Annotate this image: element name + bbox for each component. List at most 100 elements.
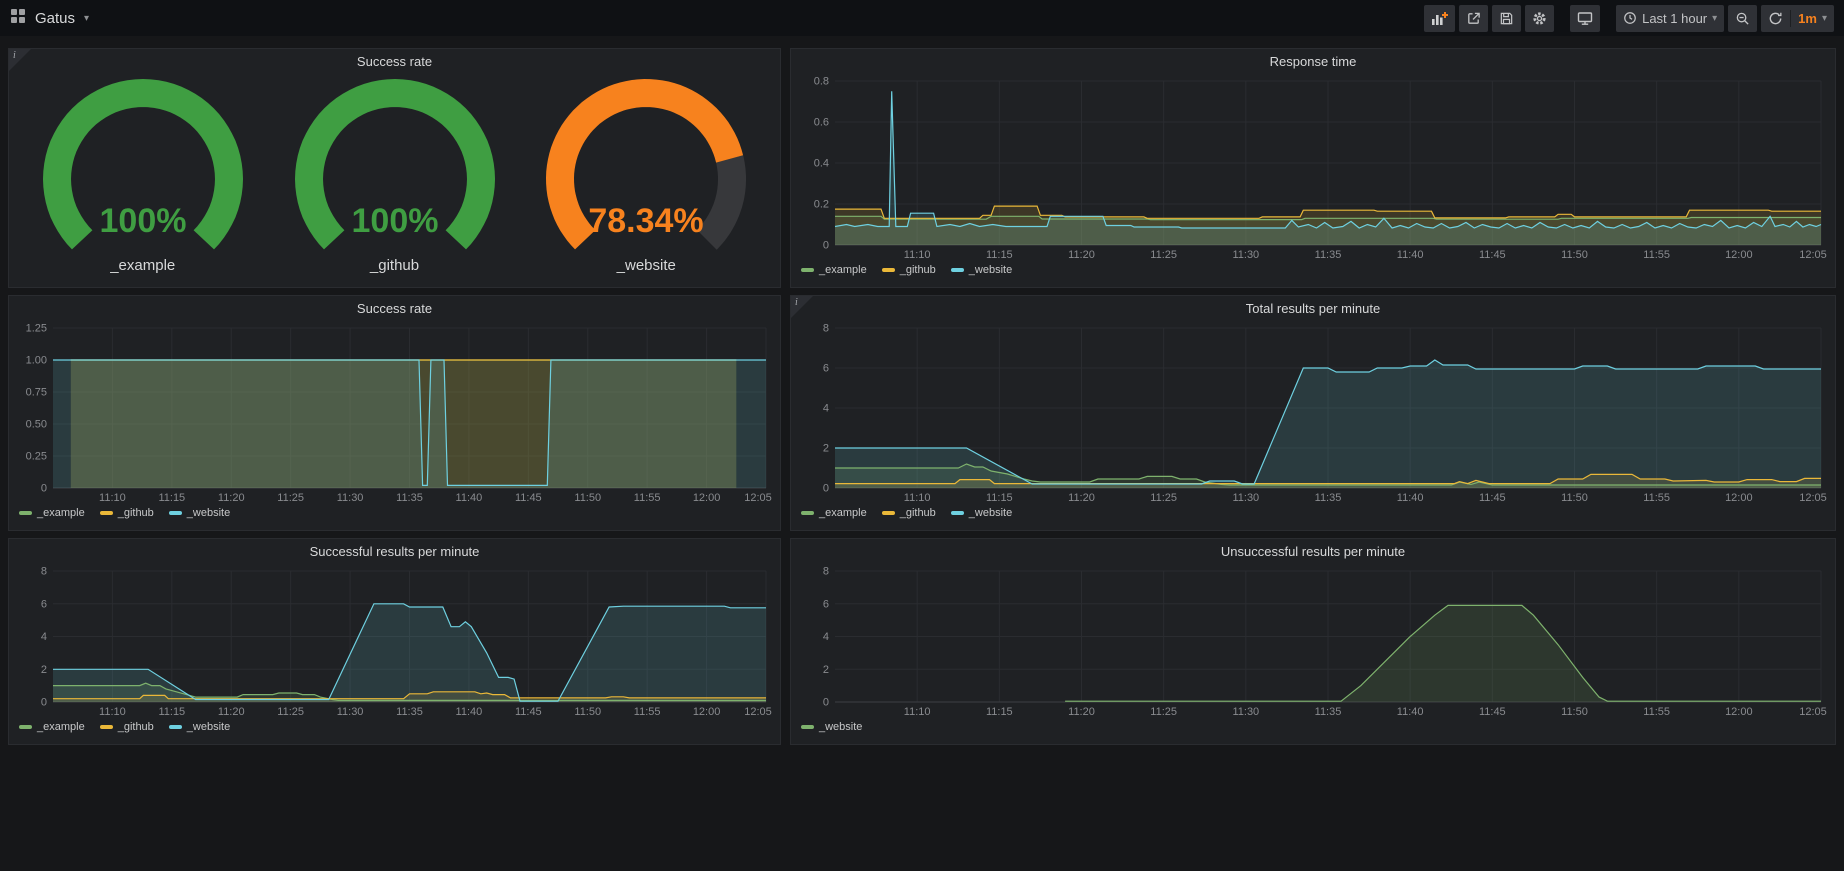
gauge-series-label: _github	[370, 257, 419, 274]
legend-item-_example[interactable]: _example	[801, 507, 867, 519]
x-axis-tick-label: 11:10	[904, 706, 931, 718]
y-axis-tick-label: 2	[823, 443, 829, 455]
gear-button[interactable]	[1525, 5, 1554, 32]
success-rate-chart[interactable]: 00.250.500.751.001.2511:1011:1511:2011:2…	[17, 322, 772, 504]
gauge-_website: 78.34%_website	[528, 75, 764, 274]
x-axis-tick-label: 11:55	[1643, 492, 1670, 504]
x-axis-tick-label: 11:30	[1232, 492, 1259, 504]
top-navbar: Gatus ▾	[0, 0, 1844, 36]
save-button[interactable]	[1492, 5, 1521, 32]
dashboard-caret-down-icon[interactable]: ▾	[84, 13, 89, 24]
refresh-caret-down-icon[interactable]: ▾	[1822, 13, 1827, 24]
legend-item-_example[interactable]: _example	[19, 721, 85, 733]
x-axis-tick-label: 11:45	[515, 492, 542, 504]
gauge-value: 100%	[351, 202, 438, 240]
refresh-picker[interactable]: 1m ▾	[1761, 5, 1834, 32]
x-axis-tick-label: 11:30	[337, 706, 364, 718]
add-panel-button[interactable]	[1424, 5, 1455, 32]
panel-title[interactable]: Successful results per minute	[9, 539, 780, 565]
y-axis-tick-label: 2	[41, 664, 47, 676]
legend-color-dash	[882, 511, 895, 515]
legend-label: _website	[969, 507, 1012, 519]
panel-title[interactable]: Success rate	[9, 296, 780, 322]
x-axis-tick-label: 11:10	[99, 706, 126, 718]
x-axis-tick-label: 11:30	[337, 492, 364, 504]
y-axis-tick-label: 4	[823, 631, 829, 643]
dashboard-title[interactable]: Gatus	[35, 10, 75, 27]
legend-label: _github	[900, 264, 936, 276]
x-axis-tick-label: 11:55	[634, 706, 661, 718]
apps-grid-icon[interactable]	[10, 8, 26, 29]
gauge-_example: 100%_example	[25, 75, 261, 274]
successful-results-chart[interactable]: 0246811:1011:1511:2011:2511:3011:3511:40…	[17, 565, 772, 718]
legend-color-dash	[169, 725, 182, 729]
y-axis-tick-label: 4	[823, 403, 829, 415]
gauge-_github: 100% _github	[277, 75, 513, 274]
time-range-picker[interactable]: Last 1 hour ▾	[1616, 5, 1724, 32]
y-axis-tick-label: 0.75	[26, 387, 47, 399]
legend-color-dash	[100, 725, 113, 729]
x-axis-tick-label: 12:00	[1725, 706, 1753, 718]
y-axis-tick-label: 6	[823, 363, 829, 375]
x-axis-tick-label: 11:15	[158, 706, 185, 718]
share-button[interactable]	[1459, 5, 1488, 32]
x-axis-tick-label: 11:35	[1315, 249, 1342, 261]
x-axis-tick-label: 11:50	[1561, 492, 1588, 504]
x-axis-tick-label: 11:50	[1561, 706, 1588, 718]
zoom-out-button[interactable]	[1728, 5, 1757, 32]
x-axis-tick-label: 11:50	[1561, 249, 1588, 261]
x-axis-tick-label: 11:35	[396, 706, 423, 718]
y-axis-tick-label: 0.50	[26, 419, 47, 431]
tv-mode-button[interactable]	[1570, 5, 1600, 32]
legend-item-_example[interactable]: _example	[801, 264, 867, 276]
response-time-chart[interactable]: 00.20.40.60.811:1011:1511:2011:2511:3011…	[799, 75, 1827, 261]
y-axis-tick-label: 0.2	[814, 199, 829, 211]
y-axis-tick-label: 0.6	[814, 117, 829, 129]
y-axis-tick-label: 0.8	[814, 76, 829, 88]
time-range-label: Last 1 hour	[1642, 11, 1707, 26]
refresh-icon[interactable]	[1768, 11, 1783, 26]
legend-item-_website[interactable]: _website	[951, 507, 1012, 519]
x-axis-tick-label: 11:40	[1397, 492, 1424, 504]
panel-title[interactable]: Total results per minute	[791, 296, 1835, 322]
x-axis-tick-label: 11:20	[1068, 706, 1095, 718]
legend-item-_example[interactable]: _example	[19, 507, 85, 519]
legend-item-_github[interactable]: _github	[100, 721, 154, 733]
legend-item-_github[interactable]: _github	[100, 507, 154, 519]
legend-label: _website	[187, 721, 230, 733]
unsuccessful-results-chart[interactable]: 0246811:1011:1511:2011:2511:3011:3511:40…	[799, 565, 1827, 718]
gauge-row: 100%_example 100% _github 78.34%_website	[9, 75, 780, 287]
legend-label: _website	[187, 507, 230, 519]
panel-title[interactable]: Response time	[791, 49, 1835, 75]
legend-item-_website[interactable]: _website	[169, 507, 230, 519]
chart-legend: _example _github _website	[19, 507, 770, 519]
x-axis-tick-label: 11:20	[218, 492, 245, 504]
x-axis-tick-label: 12:00	[1725, 249, 1753, 261]
x-axis-tick-label: 11:40	[456, 492, 483, 504]
y-axis-tick-label: 0.4	[814, 158, 829, 170]
x-axis-tick-label: 11:40	[456, 706, 483, 718]
total-results-chart[interactable]: 0246811:1011:1511:2011:2511:3011:3511:40…	[799, 322, 1827, 504]
legend-item-_github[interactable]: _github	[882, 507, 936, 519]
panel-title[interactable]: Unsuccessful results per minute	[791, 539, 1835, 565]
refresh-interval-label[interactable]: 1m	[1798, 11, 1817, 26]
x-axis-tick-label: 11:40	[1397, 249, 1424, 261]
y-axis-tick-label: 1.00	[26, 355, 47, 367]
legend-item-_website[interactable]: _website	[169, 721, 230, 733]
y-axis-tick-label: 6	[823, 598, 829, 610]
x-axis-tick-label: 11:45	[515, 706, 542, 718]
legend-item-_github[interactable]: _github	[882, 264, 936, 276]
x-axis-tick-label: 11:45	[1479, 706, 1506, 718]
x-axis-tick-label: 11:10	[904, 249, 931, 261]
panel-title[interactable]: Success rate	[9, 49, 780, 75]
x-axis-tick-label: 11:15	[986, 706, 1013, 718]
legend-item-_website[interactable]: _website	[801, 721, 862, 733]
info-icon[interactable]: i	[795, 297, 798, 308]
x-axis-tick-label: 11:35	[396, 492, 423, 504]
info-icon[interactable]: i	[13, 50, 16, 61]
legend-item-_website[interactable]: _website	[951, 264, 1012, 276]
panel-success-rate-graph: Success rate 00.250.500.751.001.2511:101…	[8, 295, 781, 531]
gauge-series-label: _example	[110, 257, 175, 274]
legend-label: _website	[969, 264, 1012, 276]
legend-label: _github	[118, 721, 154, 733]
